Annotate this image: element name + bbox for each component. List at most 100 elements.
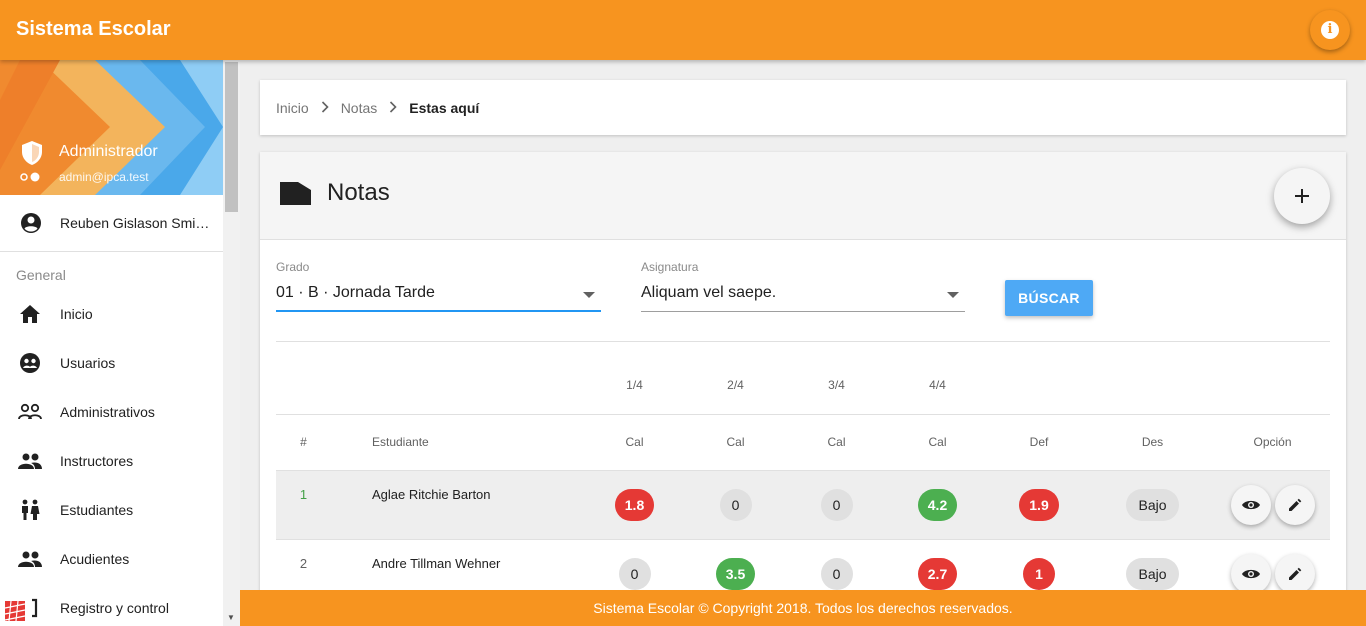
sidebar-item-inicio[interactable]: Inicio <box>0 289 223 338</box>
current-user[interactable]: Reuben Gislason Smi… <box>0 195 223 252</box>
period-header: 3/4 <box>786 357 887 415</box>
sidebar-scrollbar[interactable]: ▼ <box>223 60 240 626</box>
empty-header <box>276 357 331 415</box>
sidebar-item-administrativos[interactable]: Administrativos <box>0 387 223 436</box>
grado-value-wrap[interactable]: 01 · B · Jornada Tarde <box>276 284 601 312</box>
sidebar-item-registro[interactable]: Registro y control <box>0 583 223 626</box>
search-button[interactable]: BÚSCAR <box>1005 280 1093 316</box>
col-cal-2: Cal <box>726 435 745 449</box>
nav-section-general: General <box>16 267 66 283</box>
sidebar-item-label: Acudientes <box>60 550 130 567</box>
sidebar-item-label: Instructores <box>60 452 134 469</box>
filters: Grado 01 · B · Jornada Tarde Asignatura … <box>276 260 1330 340</box>
grades-table: 1/4 2/4 3/4 4/4 # Estudiante Cal Cal Cal… <box>276 357 1330 592</box>
eye-icon <box>1241 500 1260 509</box>
chevron-right-icon <box>389 100 397 116</box>
admins-icon <box>0 403 60 421</box>
empty-header <box>1215 357 1330 415</box>
page-title: Notas <box>327 179 390 206</box>
grado-select[interactable]: Grado 01 · B · Jornada Tarde <box>276 260 601 312</box>
breadcrumb-current: Estas aquí <box>409 99 480 116</box>
grade-chip: 0 <box>719 488 752 521</box>
col-cal-4: Cal <box>928 435 947 449</box>
instructors-icon <box>0 453 60 469</box>
asignatura-select[interactable]: Asignatura Aliquam vel saepe. <box>641 260 965 312</box>
grade-chip: 4.2 <box>917 488 958 521</box>
add-nota-button[interactable] <box>1274 168 1330 224</box>
empty-header <box>1090 357 1215 415</box>
edit-button[interactable] <box>1274 553 1315 592</box>
info-button[interactable]: i <box>1310 10 1350 50</box>
grade-cell: 1.8 <box>584 469 685 539</box>
period-header-row: 1/4 2/4 3/4 4/4 <box>276 357 1330 415</box>
footer: Sistema Escolar © Copyright 2018. Todos … <box>240 590 1366 626</box>
grade-cell: 4.2 <box>887 469 988 539</box>
sidebar-item-acudientes[interactable]: Acudientes <box>0 534 223 583</box>
info-icon: i <box>1321 21 1339 39</box>
folder-icon <box>280 182 311 205</box>
view-button[interactable] <box>1230 484 1271 525</box>
col-cal-3: Cal <box>827 435 846 449</box>
col-cal-1: Cal <box>625 435 644 449</box>
notas-card: Notas Grado 01 · B · Jornada Tarde Asign… <box>260 152 1346 592</box>
view-button[interactable] <box>1230 553 1271 592</box>
plus-icon <box>1295 189 1309 203</box>
table-row: 2 Andre Tillman Wehner 0 3.5 0 2.7 1 Baj… <box>276 538 1330 592</box>
breadcrumb-notas[interactable]: Notas <box>341 100 378 116</box>
sidebar-item-estudiantes[interactable]: Estudiantes <box>0 485 223 534</box>
asignatura-value: Aliquam vel saepe. <box>641 284 777 301</box>
period-header: 1/4 <box>584 357 685 415</box>
sidebar-item-usuarios[interactable]: Usuarios <box>0 338 223 387</box>
table-row: 1 Aglae Ritchie Barton 1.8 0 0 4.2 1.9 B… <box>276 469 1330 539</box>
breadcrumb-inicio[interactable]: Inicio <box>276 100 309 116</box>
grade-cell: 0 <box>584 538 685 592</box>
des-chip: Bajo <box>1126 557 1179 590</box>
account-toggle-icon[interactable] <box>20 172 42 182</box>
def-cell: 1 <box>988 538 1090 592</box>
sidebar-item-label: Administrativos <box>60 403 155 420</box>
scroll-down-icon[interactable]: ▼ <box>227 613 235 622</box>
grade-chip: 2.7 <box>917 557 958 590</box>
grade-chip: 3.5 <box>715 557 756 590</box>
actions-cell <box>1215 469 1330 539</box>
grade-cell: 2.7 <box>887 538 988 592</box>
current-user-name: Reuben Gislason Smi… <box>60 215 210 231</box>
col-estudiante: Estudiante <box>372 435 429 449</box>
sidebar-item-label: Usuarios <box>60 354 116 371</box>
grade-chip: 0 <box>820 557 853 590</box>
asignatura-value-wrap[interactable]: Aliquam vel saepe. <box>641 284 965 312</box>
top-app-bar: Sistema Escolar i <box>0 0 1366 60</box>
def-cell: 1.9 <box>988 469 1090 539</box>
period-header: 2/4 <box>685 357 786 415</box>
breadcrumb: Inicio Notas Estas aquí <box>260 80 1346 135</box>
des-chip: Bajo <box>1126 488 1179 521</box>
grado-value: 01 · B · Jornada Tarde <box>276 284 435 301</box>
sidebar-item-label: Registro y control <box>60 599 169 616</box>
card-header: Notas <box>260 152 1346 240</box>
sidebar-item-instructores[interactable]: Instructores <box>0 436 223 485</box>
grade-chip: 0 <box>618 557 651 590</box>
edit-button[interactable] <box>1274 484 1315 525</box>
divider <box>276 341 1330 342</box>
col-opcion: Opción <box>1253 435 1292 449</box>
col-def: Def <box>1029 435 1049 449</box>
grade-cell: 0 <box>786 469 887 539</box>
profile-email: admin@ipca.test <box>59 170 149 184</box>
empty-header <box>988 357 1090 415</box>
scrollbar-thumb[interactable] <box>225 62 238 212</box>
col-num: # <box>300 435 307 449</box>
grade-chip: 0 <box>820 488 853 521</box>
sidebar: Administrador admin@ipca.test Reuben Gis… <box>0 60 223 626</box>
column-header-row: # Estudiante Cal Cal Cal Cal Def Des Opc… <box>276 414 1330 470</box>
chevron-down-icon <box>583 292 595 298</box>
grade-cell: 3.5 <box>685 538 786 592</box>
account-circle-icon <box>0 212 60 234</box>
profile-header: Administrador admin@ipca.test <box>0 60 223 195</box>
profile-role: Administrador <box>59 143 158 160</box>
col-des: Des <box>1141 435 1164 449</box>
empty-header <box>331 357 584 415</box>
asignatura-label: Asignatura <box>641 260 699 274</box>
actions-cell <box>1215 538 1330 592</box>
grade-chip: 1.8 <box>614 488 655 521</box>
pencil-icon <box>1288 567 1301 580</box>
